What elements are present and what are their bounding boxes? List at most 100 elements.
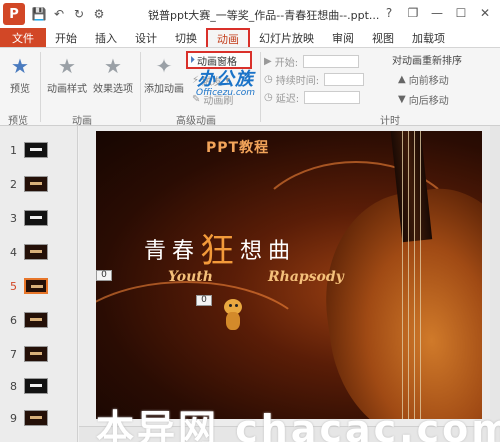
animation-pane-button[interactable]: ⏵ 动画窗格 xyxy=(186,51,252,69)
animation-styles-label: 动画样式 xyxy=(47,84,87,95)
start-control[interactable]: ▶ 开始: xyxy=(264,54,360,69)
rhapsody-text[interactable]: Rhapsody xyxy=(268,269,344,285)
slide-number: 4 xyxy=(10,246,17,259)
delay-control[interactable]: ◷ 延迟: xyxy=(264,90,361,105)
slide-thumbnail[interactable]: 2 xyxy=(0,174,70,196)
animation-pane-icon: ⏵ xyxy=(190,54,195,66)
add-animation-label: 添加动画 xyxy=(144,84,184,95)
tab-transitions[interactable]: 切换 xyxy=(166,28,206,47)
slide-number: 3 xyxy=(10,212,17,225)
ribbon-tab-bar: 文件 开始 插入 设计 切换 动画 幻灯片放映 审阅 视图 加载项 xyxy=(0,28,500,48)
tab-addins[interactable]: 加载项 xyxy=(403,28,454,47)
cartoon-dog-image[interactable] xyxy=(222,299,244,331)
tab-animations[interactable]: 动画 xyxy=(206,28,250,47)
slide-thumbnail[interactable]: 3 xyxy=(0,208,70,230)
slide-number: 5 xyxy=(10,280,17,293)
violin-string xyxy=(402,131,403,419)
window-controls: ? ❐ — ☐ ✕ xyxy=(378,4,496,22)
tab-home[interactable]: 开始 xyxy=(46,28,86,47)
duration-label: 持续时间: xyxy=(275,76,320,87)
start-dropdown[interactable] xyxy=(303,55,360,68)
move-earlier-button[interactable]: ▲ 向前移动 xyxy=(398,72,449,87)
vertical-scrollbar[interactable] xyxy=(490,126,500,442)
tab-review[interactable]: 审阅 xyxy=(323,28,363,47)
slide-preview xyxy=(24,176,48,192)
duration-spinner[interactable] xyxy=(324,73,365,86)
close-button[interactable]: ✕ xyxy=(474,4,496,22)
effect-star-icon: ★ xyxy=(104,54,122,78)
tab-design[interactable]: 设计 xyxy=(126,28,166,47)
slide-preview xyxy=(24,210,48,226)
minimize-button[interactable]: — xyxy=(426,4,448,22)
tab-file[interactable]: 文件 xyxy=(0,28,46,47)
add-animation-star-icon: ✦ xyxy=(155,54,173,78)
violin-string xyxy=(414,131,415,419)
customize-qat-icon[interactable]: ⚙ xyxy=(91,6,107,22)
duration-control[interactable]: ◷ 持续时间: xyxy=(264,72,365,87)
youth-text[interactable]: Youth xyxy=(168,269,213,285)
animation-styles-button[interactable]: ★ 动画样式 xyxy=(44,54,90,95)
save-icon[interactable]: 💾 xyxy=(31,6,47,22)
separator xyxy=(40,52,41,122)
slide-thumbnail[interactable]: 7 xyxy=(0,344,70,366)
slide-preview xyxy=(24,142,48,158)
slide-thumbnail[interactable]: 9 xyxy=(0,408,70,430)
undo-icon[interactable]: ↶ xyxy=(51,6,67,22)
reorder-animation-heading: 对动画重新排序 xyxy=(392,52,462,67)
delay-spinner[interactable] xyxy=(304,91,361,104)
group-label-animation: 动画 xyxy=(72,116,92,127)
start-label: 开始: xyxy=(274,58,299,69)
current-slide[interactable]: PPT教程 青春狂想曲 Youth Rhapsody 0 xyxy=(96,131,482,419)
slide-number: 7 xyxy=(10,348,17,361)
tab-view[interactable]: 视图 xyxy=(363,28,403,47)
group-label-advanced: 高级动画 xyxy=(176,116,216,127)
slide-number: 6 xyxy=(10,314,17,327)
preview-button[interactable]: ★ 预览 xyxy=(4,54,36,95)
clock-icon: ◷ xyxy=(264,74,273,85)
triangle-up-icon: ▲ xyxy=(398,74,406,85)
animation-order-tag[interactable]: 0 xyxy=(96,270,112,281)
quick-access-toolbar: 💾 ↶ ↻ ⚙ xyxy=(31,6,107,22)
delay-clock-icon: ◷ xyxy=(264,92,273,103)
add-animation-button[interactable]: ✦ 添加动画 xyxy=(142,54,186,95)
powerpoint-app-icon[interactable]: P xyxy=(3,3,25,25)
slide-preview xyxy=(24,312,48,328)
slide-number: 9 xyxy=(10,412,17,425)
slide-preview xyxy=(24,410,48,426)
window-title: 锐普ppt大赛_一等奖_作品--青春狂想曲--.ppt... xyxy=(148,9,380,22)
ribbon-display-button[interactable]: ❐ xyxy=(402,4,424,22)
slide-number: 1 xyxy=(10,144,17,157)
slide-preview xyxy=(24,278,48,294)
violin-string xyxy=(408,131,409,419)
slide-thumbnail[interactable]: 8 xyxy=(0,376,70,398)
separator xyxy=(260,52,261,122)
slide-thumbnail-selected[interactable]: 5 xyxy=(0,276,70,298)
watermark-line1: 办公族 xyxy=(197,69,255,90)
slide-thumbnail[interactable]: 6 xyxy=(0,310,70,332)
animation-pane-label: 动画窗格 xyxy=(197,56,237,68)
delay-label: 延迟: xyxy=(275,94,300,105)
move-later-button[interactable]: ▼ 向后移动 xyxy=(398,92,449,107)
help-button[interactable]: ? xyxy=(378,4,400,22)
preview-star-icon: ★ xyxy=(11,54,29,78)
tab-slideshow[interactable]: 幻灯片放映 xyxy=(250,28,323,47)
slide-number: 2 xyxy=(10,178,17,191)
slide-thumbnail-pane: 1 2 3 4 5 6 7 8 9 xyxy=(0,126,78,442)
move-later-label: 向后移动 xyxy=(408,96,449,107)
slide-title[interactable]: 青春狂想曲 xyxy=(144,223,296,272)
tab-insert[interactable]: 插入 xyxy=(86,28,126,47)
slide-preview xyxy=(24,378,48,394)
effect-options-button[interactable]: ★ 效果选项 xyxy=(90,54,136,95)
animation-order-tag[interactable]: 0 xyxy=(196,295,212,306)
slide-thumbnail[interactable]: 1 xyxy=(0,140,70,162)
move-earlier-label: 向前移动 xyxy=(408,76,449,87)
maximize-button[interactable]: ☐ xyxy=(450,4,472,22)
slide-preview xyxy=(24,346,48,362)
site-watermark: 本异网 chacac.com xyxy=(96,407,500,442)
start-icon: ▶ xyxy=(264,56,272,67)
slide-thumbnail[interactable]: 4 xyxy=(0,242,70,264)
redo-icon[interactable]: ↻ xyxy=(71,6,87,22)
title-bar: P 💾 ↶ ↻ ⚙ 锐普ppt大赛_一等奖_作品--青春狂想曲--.ppt...… xyxy=(0,0,500,28)
animation-star-icon: ★ xyxy=(58,54,76,78)
effect-options-label: 效果选项 xyxy=(93,84,133,95)
